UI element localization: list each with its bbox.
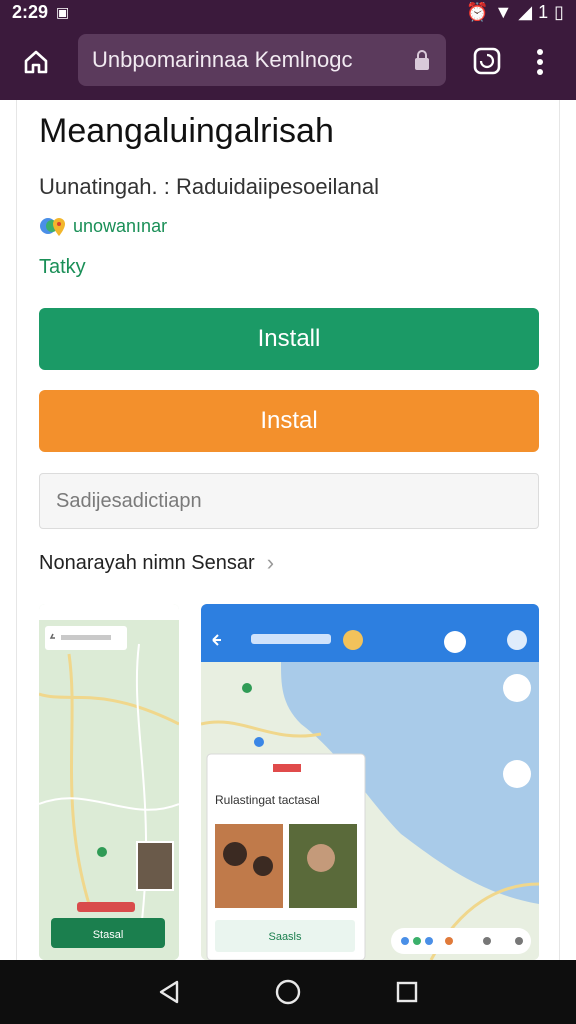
maps-logo-icon <box>40 218 65 236</box>
badge-row: unowanınar <box>39 214 167 238</box>
map-thumbnail-1: Stasal <box>39 604 179 960</box>
map-thumbnail-2: Rulastingat tactasal Saasls <box>201 604 539 960</box>
battery-level: 1 <box>538 1 549 22</box>
home-button[interactable] <box>0 24 72 100</box>
home-icon <box>24 50 48 74</box>
address-bar[interactable]: Unbpomarinnaa Kemlnogc <box>78 34 446 86</box>
screenshot-1[interactable]: Stasal <box>39 604 179 960</box>
battery-icon: ▯ <box>554 1 564 22</box>
section-link-label: Nonarayah nimn Sensar <box>39 551 255 574</box>
photo-icon: ▣ <box>56 3 70 20</box>
shot1-button-label: Stasal <box>93 929 124 941</box>
url-text: Unbpomarinnaa Kemlnogc <box>92 47 353 72</box>
tabs-icon <box>473 47 501 75</box>
chevron-right-icon: › <box>266 550 275 575</box>
app-detail-card: Meangaluingalrisah Uunatingah. : Raduida… <box>16 100 560 960</box>
shot2-subtitle: Rulastingat tactasal <box>215 793 320 807</box>
section-link[interactable]: Nonarayah nimn Sensar › <box>39 550 274 576</box>
wifi-icon: ▼ <box>494 1 513 22</box>
signal-icon: ◢ <box>518 1 533 22</box>
tabs-button[interactable] <box>470 44 504 78</box>
status-bar: 2:29 ▣ ⏰ ▼ ◢ 1 ▯ <box>0 0 576 24</box>
lock-icon <box>415 50 429 70</box>
browser-toolbar: Unbpomarinnaa Kemlnogc <box>0 24 576 100</box>
badge-label: unowanınar <box>73 215 168 236</box>
overflow-menu-button[interactable] <box>528 44 552 80</box>
home-circle-icon <box>275 979 301 1005</box>
app-category[interactable]: Tatky <box>39 256 86 279</box>
recents-icon <box>396 981 417 1003</box>
back-button[interactable] <box>149 972 189 1012</box>
home-nav-button[interactable] <box>268 972 308 1012</box>
back-icon <box>160 980 179 1004</box>
app-title: Meangaluingalrisah <box>39 112 334 150</box>
install-alt-button[interactable]: Instal <box>39 390 539 452</box>
install-button[interactable]: Install <box>39 308 539 370</box>
status-icons: ⏰ ▼ ◢ 1 ▯ <box>466 2 564 23</box>
system-nav-bar <box>0 960 576 1024</box>
overflow-menu-icon <box>537 49 543 75</box>
search-input[interactable] <box>39 473 539 529</box>
recents-button[interactable] <box>387 972 427 1012</box>
app-developer[interactable]: Uunatingah. : Raduidaiipesoeilanal <box>39 174 379 200</box>
shot2-button-label: Saasls <box>268 931 302 943</box>
alarm-icon: ⏰ <box>465 1 489 22</box>
screenshot-2[interactable]: Rulastingat tactasal Saasls <box>201 604 539 960</box>
status-time: 2:29 <box>12 1 49 22</box>
